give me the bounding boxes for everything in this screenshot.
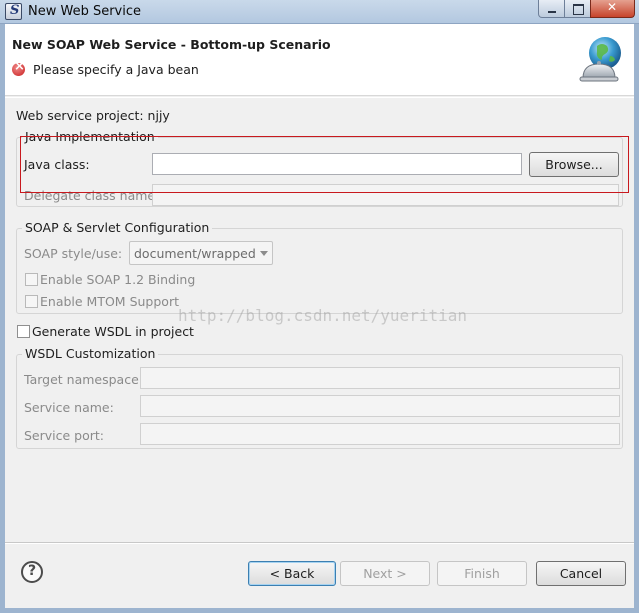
- generate-wsdl-checkbox[interactable]: [17, 325, 30, 338]
- service-port-input[interactable]: [140, 423, 620, 445]
- java-class-input[interactable]: [152, 153, 522, 175]
- footer-separator: [5, 542, 634, 544]
- watermark-text: http://blog.csdn.net/yueritian: [178, 306, 467, 325]
- enable-mtom-label: Enable MTOM Support: [40, 294, 179, 309]
- globe-bell-icon: [579, 37, 621, 82]
- delegate-class-input[interactable]: [152, 184, 619, 206]
- wizard-banner: New SOAP Web Service - Bottom-up Scenari…: [5, 24, 634, 96]
- banner-divider: [5, 97, 634, 98]
- soap-style-select[interactable]: document/wrapped: [129, 241, 273, 265]
- target-namespace-input[interactable]: [140, 367, 620, 389]
- minimize-button[interactable]: [538, 0, 565, 18]
- maximize-button[interactable]: [564, 0, 591, 18]
- chevron-down-icon: [260, 251, 268, 256]
- java-class-label: Java class:: [24, 157, 90, 172]
- dialog-client: New SOAP Web Service - Bottom-up Scenari…: [5, 24, 634, 608]
- banner-message: Please specify a Java bean: [33, 62, 199, 77]
- service-name-input[interactable]: [140, 395, 620, 417]
- finish-button[interactable]: Finish: [437, 561, 527, 586]
- java-implementation-title: Java Implementation: [22, 129, 158, 144]
- close-button[interactable]: [590, 0, 635, 18]
- soap-servlet-title: SOAP & Servlet Configuration: [22, 220, 213, 235]
- next-button[interactable]: Next >: [340, 561, 430, 586]
- back-label: < Back: [269, 566, 315, 581]
- wsdl-customization-title: WSDL Customization: [22, 346, 159, 361]
- window-title: New Web Service: [28, 4, 142, 19]
- enable-soap12-checkbox[interactable]: [25, 273, 38, 286]
- browse-button[interactable]: Browse...: [529, 152, 619, 177]
- error-icon: [12, 59, 25, 76]
- eclipse-s-icon: [5, 3, 22, 20]
- enable-mtom-checkbox[interactable]: [25, 295, 38, 308]
- soap-style-label: SOAP style/use:: [24, 246, 123, 261]
- help-icon[interactable]: [21, 561, 43, 583]
- banner-title: New SOAP Web Service - Bottom-up Scenari…: [12, 37, 331, 52]
- title-bar: New Web Service: [0, 0, 639, 24]
- back-button[interactable]: < Back: [248, 561, 336, 586]
- service-port-label: Service port:: [24, 428, 105, 443]
- generate-wsdl-label: Generate WSDL in project: [32, 324, 194, 339]
- soap-style-value: document/wrapped: [134, 246, 256, 261]
- service-name-label: Service name:: [24, 400, 114, 415]
- cancel-button[interactable]: Cancel: [536, 561, 626, 586]
- target-namespace-label: Target namespace:: [24, 372, 143, 387]
- web-service-project-label: Web service project: njjy: [16, 108, 170, 123]
- enable-soap12-label: Enable SOAP 1.2 Binding: [40, 272, 196, 287]
- delegate-class-label: Delegate class name:: [24, 188, 160, 203]
